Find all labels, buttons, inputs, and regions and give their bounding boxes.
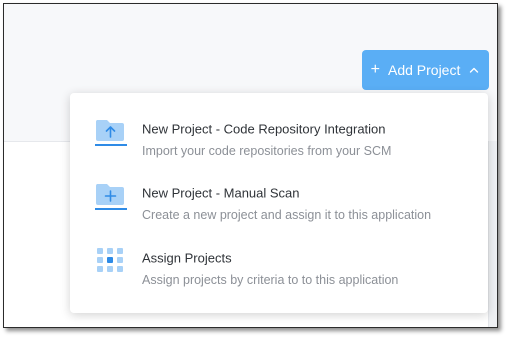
grid-dots-icon bbox=[94, 242, 128, 276]
menu-item-title: New Project - Code Repository Integratio… bbox=[142, 121, 386, 137]
menu-item-manual-scan[interactable]: New Project - Manual Scan Create a new p… bbox=[70, 165, 488, 229]
app-window: + Add Project New Project - Code Reposit… bbox=[3, 3, 498, 328]
menu-item-description: Assign projects by criteria to to this a… bbox=[142, 273, 399, 287]
add-project-dropdown-menu: New Project - Code Repository Integratio… bbox=[70, 93, 488, 313]
menu-item-description: Create a new project and assign it to th… bbox=[142, 208, 432, 222]
scrollbar-track[interactable] bbox=[488, 141, 497, 327]
add-project-button[interactable]: + Add Project bbox=[362, 50, 489, 90]
add-project-label: Add Project bbox=[387, 62, 461, 78]
menu-item-title: Assign Projects bbox=[142, 250, 232, 266]
chevron-up-icon bbox=[468, 64, 480, 76]
menu-item-code-repository-integration[interactable]: New Project - Code Repository Integratio… bbox=[70, 101, 488, 165]
plus-icon: + bbox=[370, 61, 380, 78]
folder-add-icon bbox=[94, 177, 128, 211]
menu-item-title: New Project - Manual Scan bbox=[142, 185, 300, 201]
folder-upload-icon bbox=[94, 113, 128, 147]
menu-item-assign-projects[interactable]: Assign Projects Assign projects by crite… bbox=[70, 230, 488, 294]
menu-item-description: Import your code repositories from your … bbox=[142, 144, 392, 158]
